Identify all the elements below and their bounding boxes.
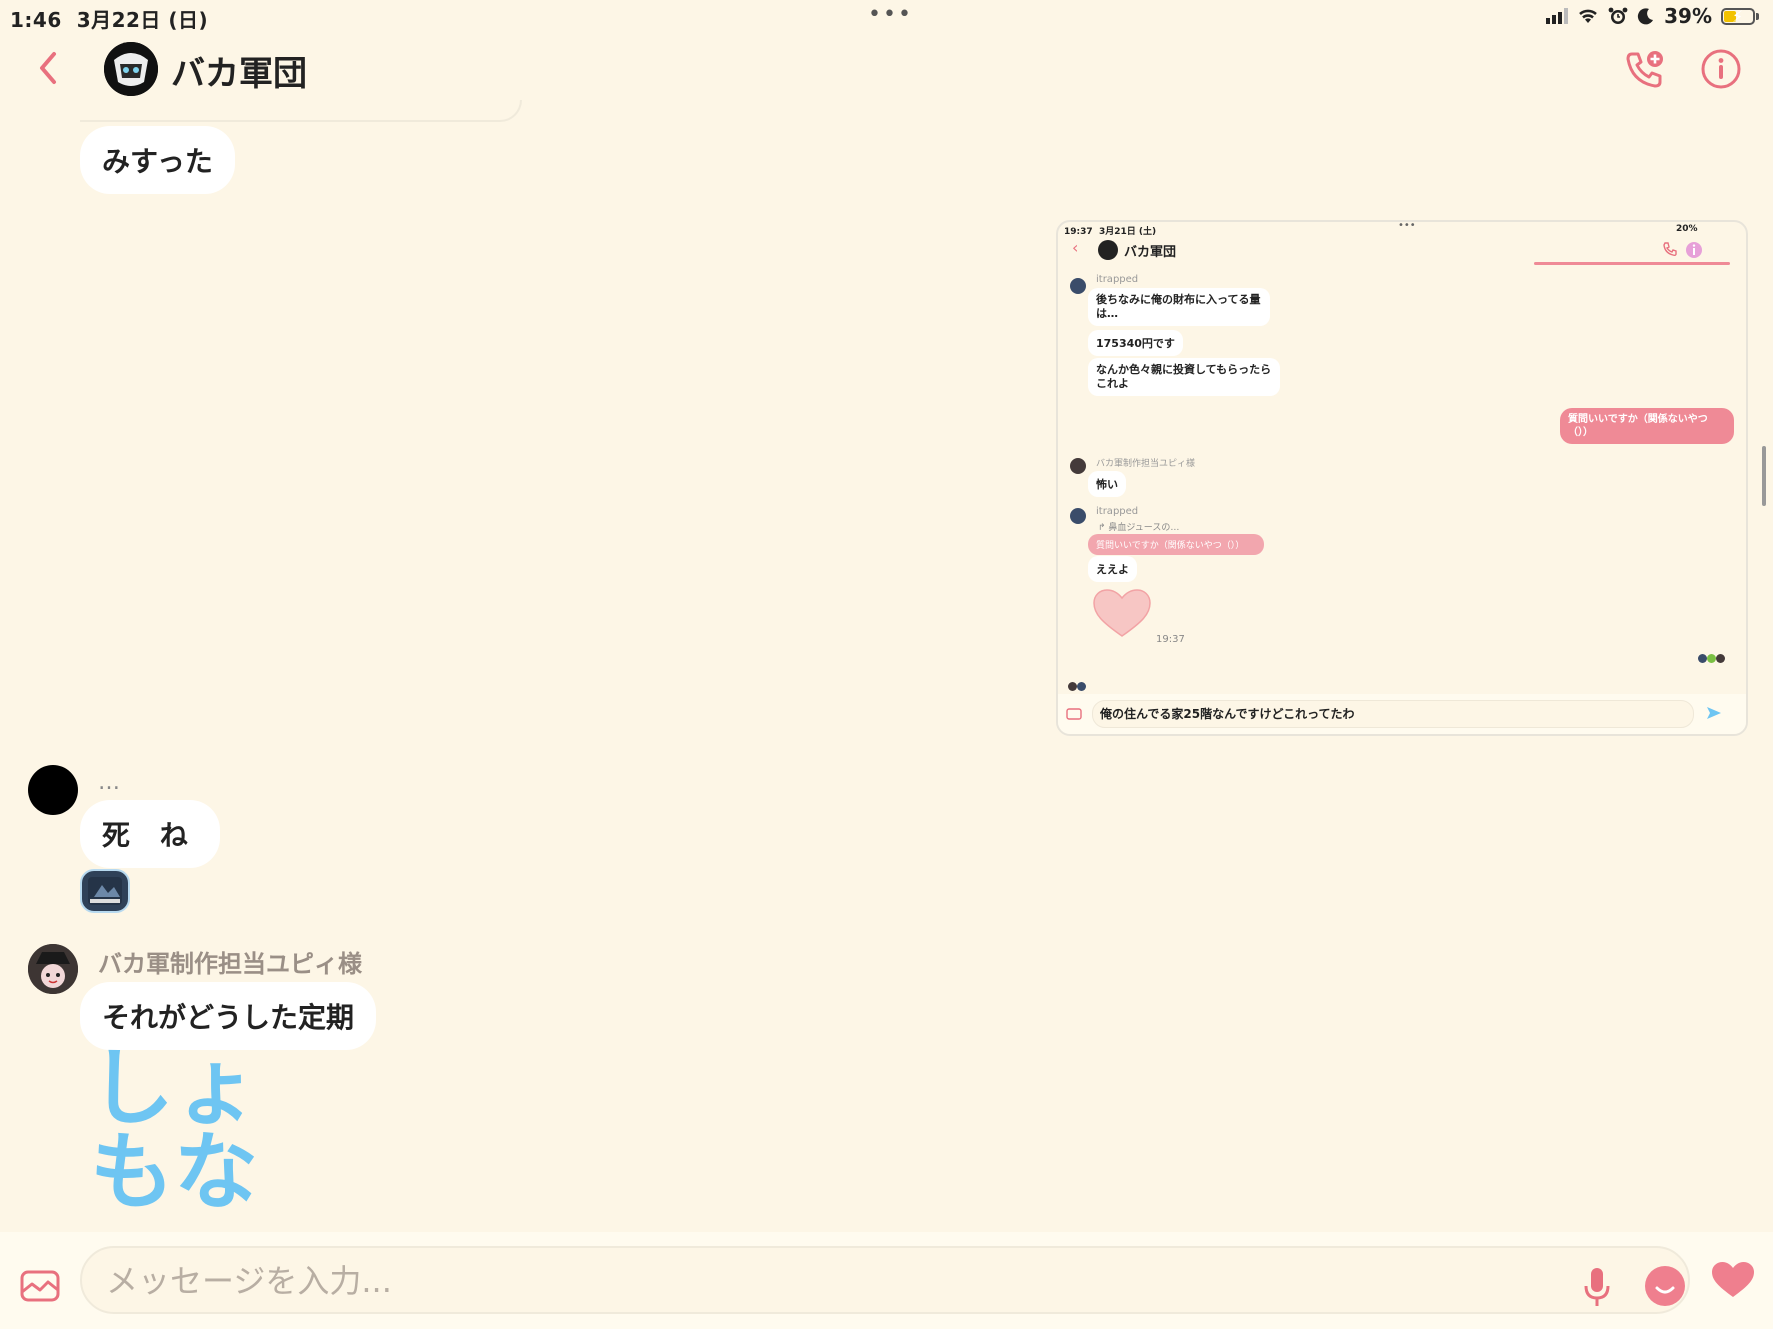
message-bubble[interactable]: 死 ね [80,800,220,868]
emoji-button[interactable] [1645,1266,1685,1306]
embedded-previous-bubble-edge [1534,262,1730,265]
embedded-timestamp: 19:37 [1156,634,1185,645]
reaction-sticker[interactable] [80,869,130,913]
mic-button[interactable] [1582,1266,1612,1312]
smile-icon [1655,1286,1675,1294]
sender-name: バカ軍制作担当ユピィ様 [98,950,362,978]
status-icons: 39% ⚡ [1546,4,1759,28]
big-emphasis-message[interactable]: しょ もな [90,1046,258,1214]
phone-plus-icon [1626,51,1663,88]
status-time: 1:46 3月22日 (日) [10,8,209,32]
embedded-back-icon: ‹ [1072,238,1079,257]
back-button[interactable] [36,48,60,95]
embedded-status-time: 19:37 3月21日 (土) [1064,227,1157,237]
multitask-dots[interactable]: ••• [868,2,913,27]
embedded-battery: 20% [1676,224,1698,234]
battery-percent: 39% [1664,4,1712,28]
cellular-signal-icon [1546,8,1569,24]
embedded-message: ええよ [1088,556,1137,582]
embedded-image-icon [1066,708,1082,720]
moon-icon [1637,8,1654,25]
battery-cap [1756,12,1759,20]
embedded-screenshot[interactable]: 19:37 3月21日 (土) ••• 20% ‹ バカ軍団 itrapped … [1056,220,1748,736]
status-date: 3月22日 (日) [76,8,209,32]
embedded-message: 後ちなみに俺の財布に入ってる量は… [1088,288,1270,326]
sender-avatar[interactable] [28,765,78,815]
embedded-avatar-itrapped [1070,278,1086,294]
embedded-message: 175340円です [1088,330,1183,356]
image-button[interactable] [20,1270,60,1306]
embedded-sender-name: itrapped [1096,506,1139,517]
embedded-my-message: 質問いいですか（関係ないやつ（）） [1560,408,1734,444]
battery-icon: ⚡ [1721,7,1755,26]
heart-button[interactable] [1710,1260,1756,1304]
wifi-icon [1579,9,1597,23]
heart-icon [1712,1262,1754,1297]
chevron-left-icon [40,52,56,84]
reaction-image [88,877,122,905]
embedded-read-avatars [1698,648,1728,663]
embedded-input-text: 俺の住んでる家25階なんですけどこれってたわ [1100,707,1355,721]
embedded-message: 怖い [1088,471,1126,497]
embedded-call-icon [1663,242,1677,257]
message-bubble[interactable]: みすった [80,126,235,194]
embedded-reply-indicator: ↱ 鼻血ジュースの… [1098,523,1180,533]
embedded-dots: ••• [1398,220,1416,231]
call-button[interactable] [1624,48,1666,94]
embedded-send-icon [1707,707,1721,719]
embedded-info-icon [1686,242,1702,258]
microphone-icon [1584,1268,1610,1306]
embedded-typing-avatars [1068,676,1108,691]
alarm-icon [1608,7,1628,24]
yupi-avatar-image [28,944,78,994]
embedded-message: なんか色々親に投資してもらったらこれよ [1088,358,1280,396]
embedded-avatar-itrapped [1070,508,1086,524]
embedded-group-avatar [1098,240,1118,260]
sender-avatar[interactable] [28,944,78,994]
info-button[interactable] [1700,48,1742,94]
embedded-avatar-yupi [1070,458,1086,474]
group-title[interactable]: バカ軍団 [171,46,307,95]
info-icon [1701,49,1741,89]
sender-name: … [98,770,120,795]
embedded-heart-icon [1093,589,1151,637]
message-input-container[interactable] [80,1246,1690,1314]
message-input[interactable] [104,1258,1528,1304]
embedded-quoted-message: 質問いいですか（関係ないやつ（）） [1088,534,1264,555]
scrollbar[interactable] [1762,446,1766,506]
embedded-title: バカ軍団 [1124,245,1177,260]
previous-message-edge [80,100,522,122]
embedded-sender-name: itrapped [1096,274,1139,285]
embedded-sender-name: バカ軍制作担当ユピィ様 [1096,459,1196,469]
image-icon [20,1270,60,1302]
group-avatar-image [104,42,158,96]
group-avatar[interactable] [104,42,158,96]
